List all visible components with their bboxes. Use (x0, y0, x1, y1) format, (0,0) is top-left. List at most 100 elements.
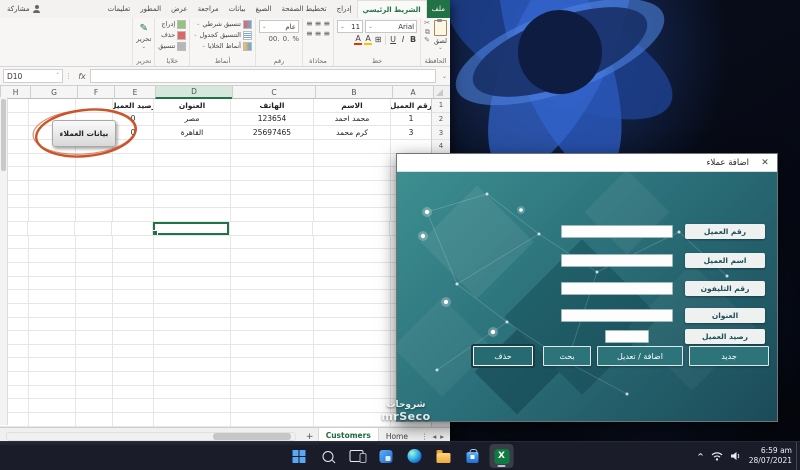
start-button[interactable] (287, 444, 311, 468)
cell-G23[interactable] (28, 399, 75, 414)
cell-B5[interactable] (313, 153, 390, 168)
cell-B22[interactable] (313, 385, 390, 400)
cell-F15[interactable] (75, 290, 112, 304)
cell-C15[interactable] (230, 290, 313, 304)
cell-C24[interactable] (230, 413, 313, 427)
align-left-button[interactable]: ≡ (306, 30, 313, 38)
field-input-0[interactable] (561, 225, 673, 238)
styles-menu-item-2[interactable]: أنماط الخلايا ⌄ (193, 42, 252, 51)
styles-menu-item-1[interactable]: التنسيق كجدول ⌄ (193, 31, 252, 40)
cell-D8[interactable] (153, 194, 230, 209)
cell-F16[interactable] (75, 303, 112, 318)
form-button-2[interactable]: اضافة / تعديل (597, 346, 683, 366)
cell-G8[interactable] (28, 194, 75, 209)
align-middle-button[interactable]: ≡ (315, 20, 322, 28)
ribbon-tab-0[interactable]: ملف (426, 0, 450, 18)
cell-A2[interactable]: 1 (390, 112, 431, 127)
align-top-button[interactable]: ≡ (323, 20, 330, 28)
cell-E23[interactable] (112, 399, 153, 414)
cell-C17[interactable] (230, 317, 313, 332)
cell-F20[interactable] (75, 358, 112, 373)
taskbar-clock[interactable]: 6:59 am 28/07/2021 (749, 446, 792, 466)
form-button-1[interactable]: بحث (543, 346, 591, 366)
number-format-select[interactable]: عام ⌄ (258, 20, 299, 33)
cell-B18[interactable] (313, 331, 390, 345)
cell-B24[interactable] (313, 413, 390, 427)
cell-E8[interactable] (112, 194, 153, 209)
cell-C3[interactable]: 25697465 (230, 126, 313, 140)
row-header-1[interactable]: 1 (431, 99, 450, 113)
volume-icon[interactable] (730, 451, 742, 461)
cell-F22[interactable] (75, 385, 112, 400)
cell-E16[interactable] (112, 303, 153, 318)
form-title-bar[interactable]: ✕ اضافة عملاء (397, 154, 777, 172)
cell-E6[interactable] (112, 167, 153, 181)
cell-B2[interactable]: محمد احمد (313, 112, 390, 127)
cell-E18[interactable] (112, 331, 153, 345)
formula-input[interactable] (90, 69, 436, 83)
cell-B15[interactable] (313, 290, 390, 304)
hidden-icons-chevron-icon[interactable]: ^ (697, 452, 704, 461)
cell-B10[interactable] (312, 221, 389, 236)
column-header-G[interactable]: G (30, 86, 77, 99)
cell-C5[interactable] (230, 153, 313, 168)
cell-F6[interactable] (75, 167, 112, 181)
cell-E13[interactable] (112, 262, 153, 277)
cell-G7[interactable] (28, 180, 75, 195)
cell-E7[interactable] (112, 180, 153, 195)
cell-G18[interactable] (28, 331, 75, 345)
cell-E14[interactable] (112, 276, 153, 291)
cell-D4[interactable] (153, 139, 230, 154)
cell-E17[interactable] (112, 317, 153, 332)
field-input-4[interactable] (605, 330, 649, 343)
cell-G9[interactable] (28, 208, 75, 222)
cell-E5[interactable] (112, 153, 153, 168)
cell-C1[interactable]: الهاتف (230, 99, 313, 113)
format-painter-icon[interactable]: ✎ (424, 37, 430, 45)
underline-button[interactable]: U (389, 36, 397, 44)
cell-G15[interactable] (28, 290, 75, 304)
cell-E10[interactable] (111, 221, 152, 236)
cell-E21[interactable] (112, 372, 153, 386)
cell-B4[interactable] (313, 139, 390, 154)
cell-D17[interactable] (153, 317, 230, 332)
cell-D10[interactable] (152, 221, 229, 236)
cell-D20[interactable] (153, 358, 230, 373)
cell-G20[interactable] (28, 358, 75, 373)
file-explorer-button[interactable] (432, 444, 456, 468)
cell-B1[interactable]: الاسم (313, 99, 390, 113)
customers-data-macro-button[interactable]: بيانات العملاء (52, 120, 116, 147)
cell-A1[interactable]: رقم العميل (390, 99, 431, 113)
cell-F18[interactable] (75, 331, 112, 345)
insert-function-button[interactable]: fx (74, 67, 90, 85)
cell-E12[interactable] (112, 249, 153, 263)
cell-D22[interactable] (153, 385, 230, 400)
cell-F8[interactable] (75, 194, 112, 209)
cell-B21[interactable] (313, 372, 390, 386)
cell-B6[interactable] (313, 167, 390, 181)
cell-F24[interactable] (75, 413, 112, 427)
fill-color-button[interactable]: A (364, 35, 373, 45)
paste-dropdown-icon[interactable]: ⌄ (438, 45, 443, 51)
borders-button[interactable]: ⊞ (374, 36, 382, 44)
cell-F10[interactable] (74, 221, 111, 236)
vertical-scrollbar[interactable] (0, 97, 8, 425)
cell-A3[interactable]: 3 (390, 126, 431, 140)
expand-formula-bar-icon[interactable]: ⌄ (439, 67, 450, 85)
cell-E11[interactable] (112, 235, 153, 250)
cell-G24[interactable] (28, 413, 75, 427)
sheet-nav-left-icon[interactable]: ◂ (432, 432, 436, 441)
cell-D14[interactable] (153, 276, 230, 291)
cell-F23[interactable] (75, 399, 112, 414)
cell-F9[interactable] (75, 208, 112, 222)
cell-E22[interactable] (112, 385, 153, 400)
sheet-nav-right-icon[interactable]: ▸ (440, 432, 444, 441)
row-header-2[interactable]: 2 (431, 112, 450, 127)
cell-D12[interactable] (153, 249, 230, 263)
cell-C2[interactable]: 123654 (230, 112, 313, 127)
align-right-button[interactable]: ≡ (323, 30, 330, 38)
form-close-button[interactable]: ✕ (753, 154, 777, 171)
cell-C19[interactable] (230, 344, 313, 359)
cell-F1[interactable] (75, 99, 112, 113)
column-header-B[interactable]: B (315, 86, 392, 99)
